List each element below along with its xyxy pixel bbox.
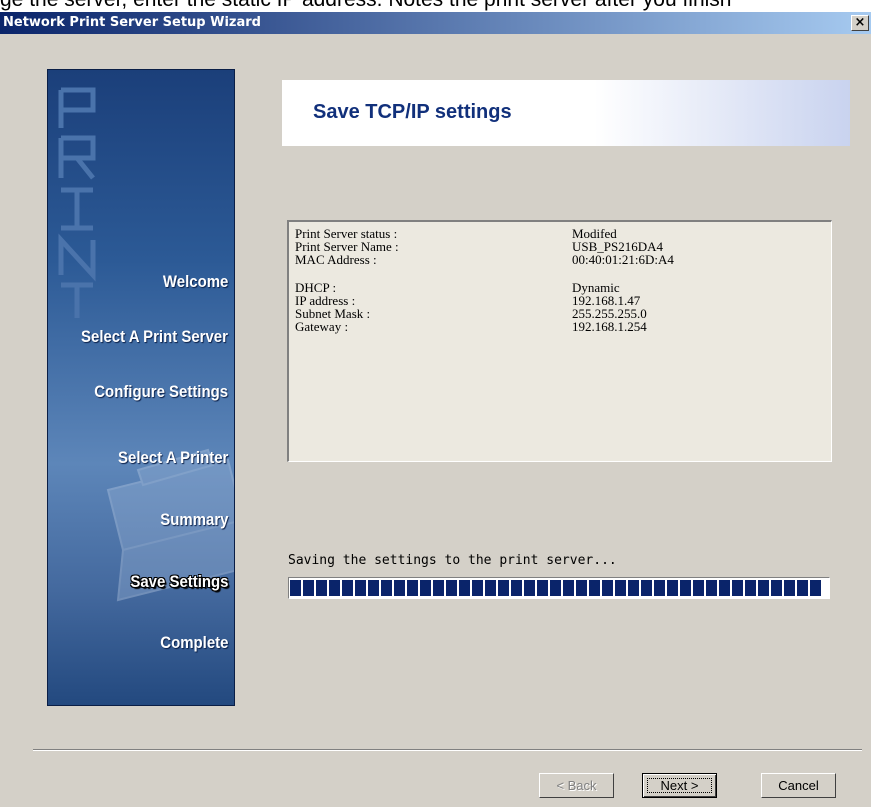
progress-fill [290, 580, 828, 596]
progress-block [511, 580, 522, 596]
progress-block [394, 580, 405, 596]
info-value: 00:40:01:21:6D:A4 [572, 252, 674, 267]
progress-block [810, 580, 821, 596]
progress-block [628, 580, 639, 596]
step-configure-settings: Configure Settings [94, 382, 228, 401]
cancel-button[interactable]: Cancel [761, 773, 836, 798]
page-title: Save TCP/IP settings [313, 101, 512, 123]
progress-block [771, 580, 782, 596]
progress-block [355, 580, 366, 596]
wizard-sidebar: Welcome Select A Print Server Configure … [47, 69, 235, 706]
progress-block [472, 580, 483, 596]
progress-block [654, 580, 665, 596]
step-summary: Summary [159, 510, 228, 529]
progress-block [602, 580, 613, 596]
progress-block [433, 580, 444, 596]
step-save-settings: Save Settings [129, 572, 228, 591]
progress-block [290, 580, 301, 596]
progress-block [459, 580, 470, 596]
progress-block [641, 580, 652, 596]
progress-block [316, 580, 327, 596]
step-select-print-server: Select A Print Server [81, 327, 228, 346]
progress-block [381, 580, 392, 596]
progress-block [498, 580, 509, 596]
settings-info-box: Print Server status : Modifed Print Serv… [287, 220, 832, 462]
progress-block [537, 580, 548, 596]
progress-block [329, 580, 340, 596]
progress-block [563, 580, 574, 596]
progress-bar [288, 577, 830, 599]
wizard-window: Network Print Server Setup Wizard × Welc… [0, 12, 871, 807]
title-bar[interactable]: Network Print Server Setup Wizard × [0, 12, 871, 34]
progress-block [524, 580, 535, 596]
progress-block [784, 580, 795, 596]
step-complete: Complete [159, 633, 228, 652]
info-key: Gateway : [295, 319, 349, 334]
next-button[interactable]: Next > [642, 773, 717, 798]
progress-block [680, 580, 691, 596]
progress-block [693, 580, 704, 596]
window-title: Network Print Server Setup Wizard [3, 15, 261, 30]
progress-block [342, 580, 353, 596]
info-key: MAC Address : [295, 252, 377, 267]
status-message: Saving the settings to the print server.… [288, 553, 617, 568]
progress-block [758, 580, 769, 596]
progress-block [706, 580, 717, 596]
step-select-printer: Select A Printer [117, 448, 228, 467]
separator-line [33, 749, 862, 751]
close-button[interactable]: × [851, 15, 869, 31]
progress-block [407, 580, 418, 596]
progress-block [732, 580, 743, 596]
progress-block [368, 580, 379, 596]
progress-block [589, 580, 600, 596]
focus-rectangle [647, 778, 712, 793]
progress-block [446, 580, 457, 596]
info-value: 192.168.1.254 [572, 319, 647, 334]
progress-block [576, 580, 587, 596]
header-banner: Save TCP/IP settings [282, 80, 850, 146]
progress-block [797, 580, 808, 596]
progress-block [745, 580, 756, 596]
progress-block [303, 580, 314, 596]
progress-block [485, 580, 496, 596]
progress-block [420, 580, 431, 596]
back-button[interactable]: < Back [539, 773, 614, 798]
close-icon: × [854, 15, 866, 30]
progress-block [550, 580, 561, 596]
progress-block [615, 580, 626, 596]
print-watermark-icon [58, 87, 96, 318]
progress-block [719, 580, 730, 596]
step-welcome: Welcome [162, 272, 228, 291]
background-document-text: ge the server, enter the static IP addre… [0, 0, 871, 12]
progress-block [667, 580, 678, 596]
